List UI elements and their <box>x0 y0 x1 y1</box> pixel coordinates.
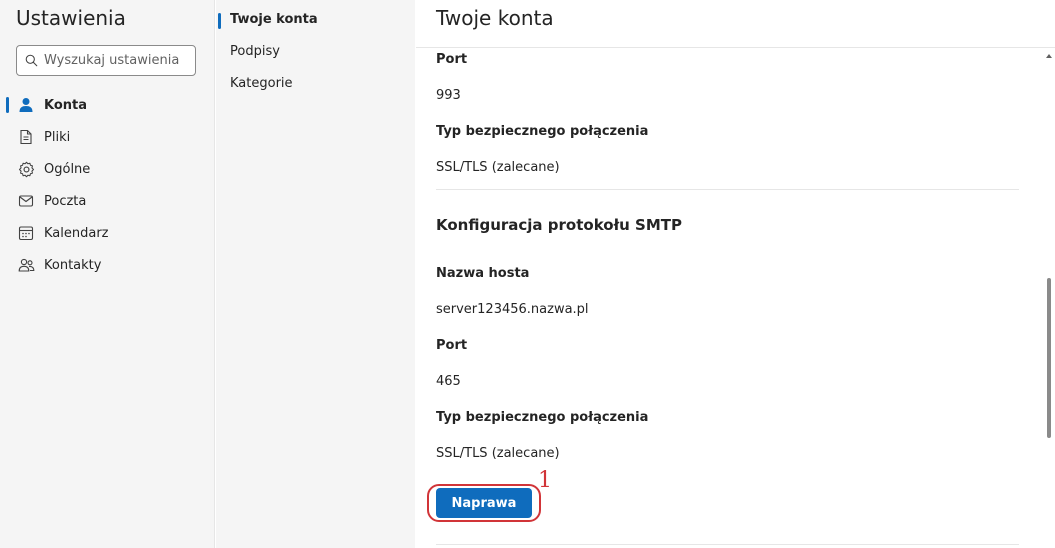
smtp-host-label: Nazwa hosta <box>436 266 530 281</box>
smtp-port-value: 465 <box>436 374 461 389</box>
gear-icon <box>17 160 35 178</box>
nav-item-label: Konta <box>44 97 88 113</box>
page-title: Twoje konta <box>436 6 554 30</box>
calendar-icon <box>17 224 35 242</box>
nav-item-label: Poczta <box>44 193 87 209</box>
nav-item-ogolne[interactable]: Ogólne <box>0 153 215 185</box>
annotation-number: 1 <box>538 468 552 493</box>
settings-title: Ustawienia <box>16 6 126 30</box>
nav-item-konta[interactable]: Konta <box>0 89 215 121</box>
settings-sidebar: Ustawienia Konta <box>0 0 215 548</box>
nav-item-label: Kontakty <box>44 257 102 273</box>
subnav-item-twoje-konta[interactable]: Twoje konta <box>216 3 415 35</box>
imap-security-value: SSL/TLS (zalecane) <box>436 160 560 175</box>
scrollbar[interactable] <box>1045 50 1053 548</box>
settings-search-box[interactable] <box>16 45 196 76</box>
smtp-security-value: SSL/TLS (zalecane) <box>436 446 560 461</box>
main-header: Twoje konta <box>416 0 1055 48</box>
smtp-port-label: Port <box>436 338 468 353</box>
nav-item-poczta[interactable]: Poczta <box>0 185 215 217</box>
main-content-pane: Twoje konta Port 993 Typ bezpiecznego po… <box>416 0 1055 548</box>
smtp-security-label: Typ bezpiecznego połączenia <box>436 410 649 425</box>
nav-item-label: Pliki <box>44 129 71 145</box>
subnav-item-podpisy[interactable]: Podpisy <box>216 35 415 67</box>
section-divider <box>436 189 1019 190</box>
section-divider <box>436 544 1019 545</box>
imap-port-value: 993 <box>436 88 461 103</box>
search-icon <box>25 54 38 67</box>
people-icon <box>17 256 35 274</box>
scroll-up-arrow-icon[interactable] <box>1045 52 1053 60</box>
scrollbar-thumb[interactable] <box>1047 278 1051 438</box>
nav-item-kalendarz[interactable]: Kalendarz <box>0 217 215 249</box>
nav-item-pliki[interactable]: Pliki <box>0 121 215 153</box>
fix-button[interactable]: Naprawa <box>436 488 532 518</box>
smtp-host-value: server123456.nazwa.pl <box>436 302 589 317</box>
person-icon <box>17 96 35 114</box>
accounts-subnav: Twoje konta Podpisy Kategorie <box>216 0 415 548</box>
smtp-section-title: Konfiguracja protokołu SMTP <box>436 216 682 234</box>
mail-icon <box>17 192 35 210</box>
settings-nav: Konta Pliki Ogólne Poczta Kalendarz Kont… <box>0 89 215 281</box>
subnav-item-kategorie[interactable]: Kategorie <box>216 67 415 99</box>
imap-security-label: Typ bezpiecznego połączenia <box>436 124 649 139</box>
nav-item-kontakty[interactable]: Kontakty <box>0 249 215 281</box>
nav-item-label: Ogólne <box>44 161 91 177</box>
settings-search-input[interactable] <box>44 53 184 68</box>
imap-port-label: Port <box>436 52 468 67</box>
nav-item-label: Kalendarz <box>44 225 109 241</box>
document-icon <box>17 128 35 146</box>
